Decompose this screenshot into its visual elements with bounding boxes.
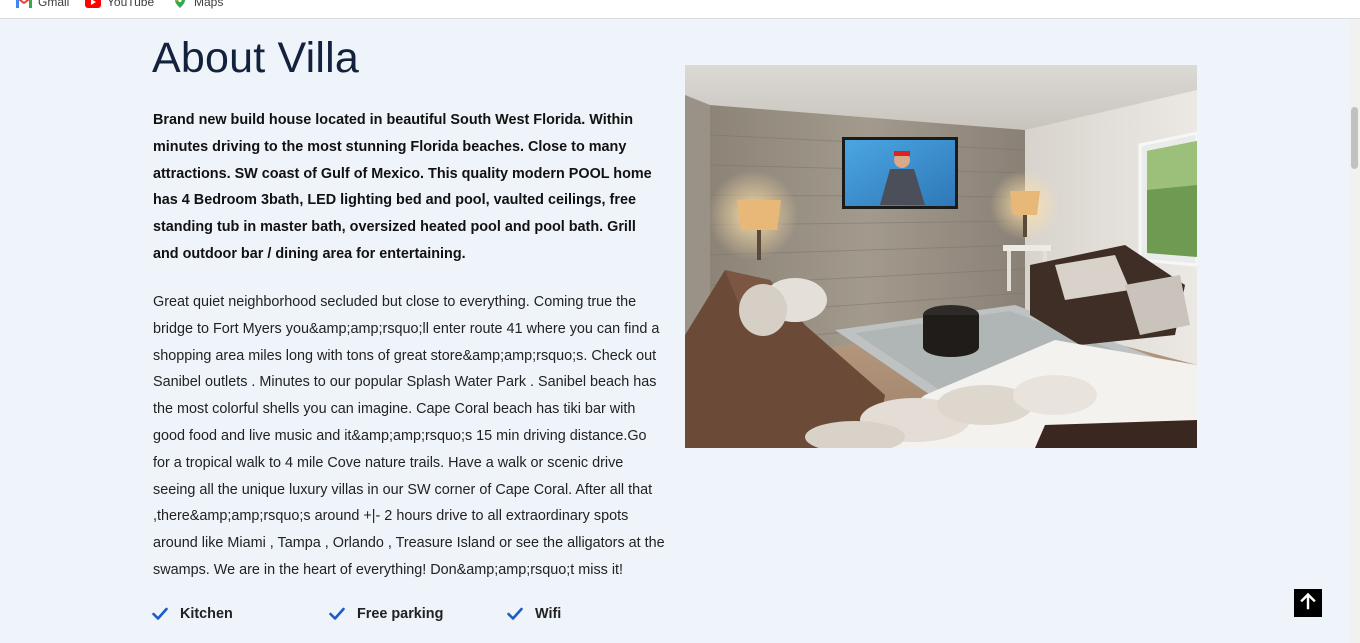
check-icon [507, 607, 523, 621]
maps-icon [172, 0, 188, 8]
page-title: About Villa [152, 34, 359, 82]
bookmark-label: YouTube [107, 0, 155, 9]
living-room-photo [685, 65, 1197, 448]
youtube-icon [85, 0, 101, 8]
check-icon [152, 607, 168, 621]
intro-paragraph: Brand new build house located in beautif… [153, 112, 652, 262]
bookmark-label: Gmail [38, 0, 70, 9]
amenity-item: Kitchen [152, 606, 233, 622]
description-paragraph: Great quiet neighborhood secluded but cl… [153, 294, 665, 578]
bookmarks-bar: Gmail YouTube Maps [0, 0, 1360, 19]
amenity-label: Wifi [535, 606, 562, 622]
check-icon [329, 607, 345, 621]
bookmark-gmail[interactable]: Gmail [16, 0, 69, 9]
amenity-item: Wifi [507, 606, 561, 622]
amenity-item: Free parking [329, 606, 443, 622]
page-scrollbar[interactable] [1349, 19, 1360, 643]
bookmark-label: Maps [194, 0, 224, 9]
bookmark-youtube[interactable]: YouTube [85, 0, 154, 9]
bookmark-maps[interactable]: Maps [172, 0, 223, 9]
scroll-to-top-button[interactable] [1294, 589, 1322, 617]
amenity-label: Kitchen [180, 606, 233, 622]
amenity-label: Free parking [357, 606, 444, 622]
gmail-icon [16, 0, 32, 8]
arrow-up-icon [1299, 592, 1317, 615]
scrollbar-thumb[interactable] [1351, 107, 1358, 169]
